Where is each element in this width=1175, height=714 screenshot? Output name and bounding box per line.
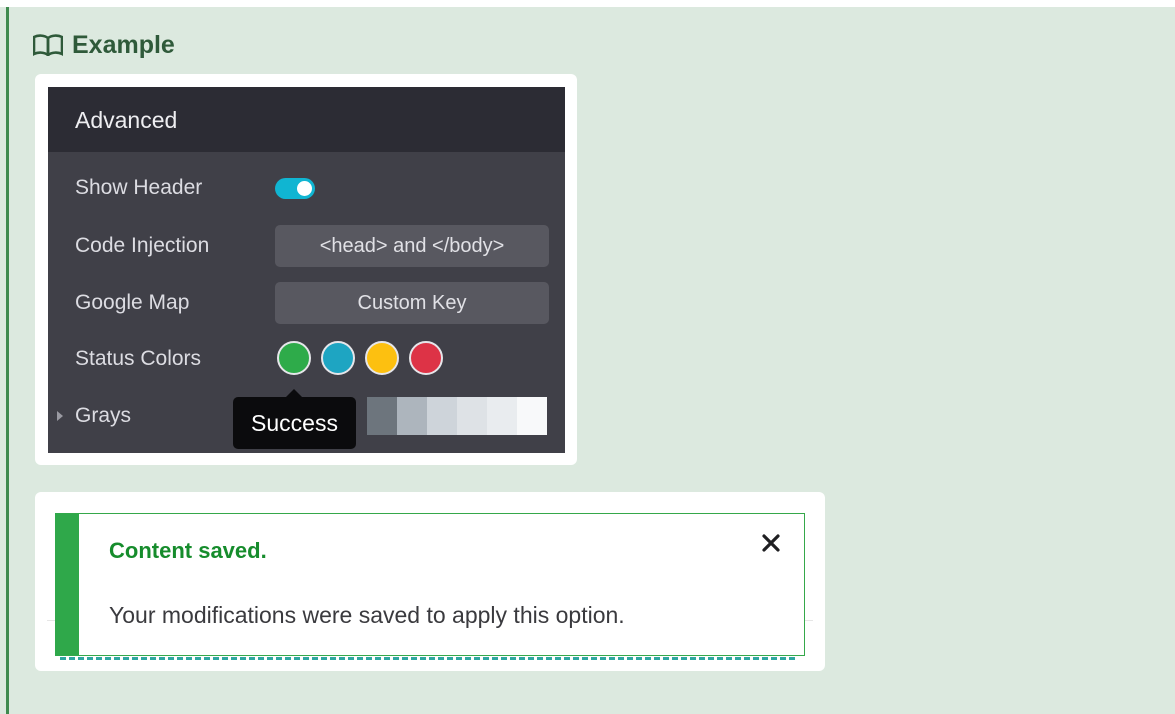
gray-shade-4[interactable] <box>457 397 487 435</box>
row-code-injection: Code Injection <head> and </body> <box>48 225 565 267</box>
swatch-danger[interactable] <box>409 341 443 375</box>
grays-label: Grays <box>75 404 132 427</box>
gray-shade-3[interactable] <box>427 397 457 435</box>
row-show-header: Show Header <box>48 167 565 209</box>
gray-shade-6[interactable] <box>517 397 547 435</box>
swatch-success[interactable] <box>277 341 311 375</box>
left-accent-rule <box>6 7 9 714</box>
page-top-strip <box>0 0 1175 7</box>
toggle-knob <box>297 181 312 196</box>
row-google-map: Google Map Custom Key <box>48 282 565 324</box>
success-notice: Content saved. Your modifications were s… <box>55 513 805 656</box>
row-status-colors: Status Colors <box>48 338 565 380</box>
show-header-label: Show Header <box>75 176 203 199</box>
panel-header: Advanced <box>48 87 565 152</box>
row-grays: Grays Success <box>48 389 565 449</box>
code-injection-label: Code Injection <box>75 234 210 257</box>
tooltip-arrow <box>286 389 302 397</box>
example-heading-text: Example <box>72 30 175 59</box>
gray-shade-2[interactable] <box>397 397 427 435</box>
dashed-underline <box>60 657 795 660</box>
custom-key-button[interactable]: Custom Key <box>275 282 549 324</box>
gray-shade-strip <box>367 397 547 435</box>
notice-title: Content saved. <box>109 538 267 563</box>
gray-shade-1[interactable] <box>367 397 397 435</box>
swatch-tooltip: Success <box>233 389 356 449</box>
gray-shade-5[interactable] <box>487 397 517 435</box>
book-icon <box>33 34 63 56</box>
google-map-label: Google Map <box>75 291 190 314</box>
settings-card: Advanced Show Header Code Injection <hea… <box>35 74 577 465</box>
notice-message: Your modifications were saved to apply t… <box>109 602 625 628</box>
swatch-warning[interactable] <box>365 341 399 375</box>
example-heading: Example <box>33 29 175 61</box>
status-colors-label: Status Colors <box>75 347 202 370</box>
advanced-settings-panel: Advanced Show Header Code Injection <hea… <box>48 87 565 453</box>
notification-card: Content saved. Your modifications were s… <box>35 492 825 671</box>
swatch-info[interactable] <box>321 341 355 375</box>
tooltip-text: Success <box>251 409 338 436</box>
code-injection-button[interactable]: <head> and </body> <box>275 225 549 267</box>
show-header-toggle[interactable] <box>275 178 315 199</box>
expand-caret-icon[interactable] <box>57 411 63 421</box>
close-icon[interactable] <box>760 532 782 554</box>
